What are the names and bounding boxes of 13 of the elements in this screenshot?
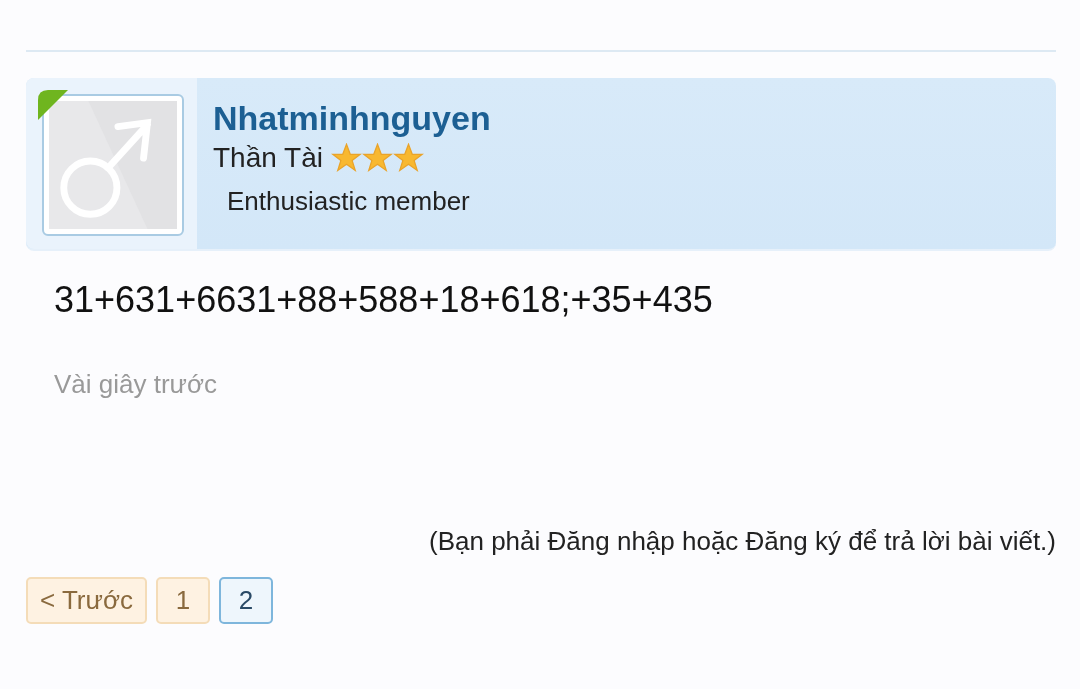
login-note: (Bạn phải Đăng nhập hoặc Đăng ký để trả lời bài viết.): [428, 525, 1056, 558]
username-link[interactable]: Nhatminhnguyen: [213, 98, 491, 138]
star-icon: [331, 143, 362, 173]
user-rank: Thần Tài: [213, 141, 323, 175]
page-button[interactable]: 1: [155, 577, 210, 624]
avatar[interactable]: [42, 94, 184, 236]
star-icon: [393, 143, 424, 173]
post-time: Vài giây trước: [54, 368, 219, 401]
page-button[interactable]: 2: [218, 577, 273, 624]
star-icon: [362, 143, 393, 173]
member-title: Enthusiastic member: [227, 185, 471, 218]
post-text: 31+631+6631+88+588+18+618;+35+435: [54, 278, 714, 322]
previous-page-button[interactable]: < Trước: [26, 577, 147, 624]
